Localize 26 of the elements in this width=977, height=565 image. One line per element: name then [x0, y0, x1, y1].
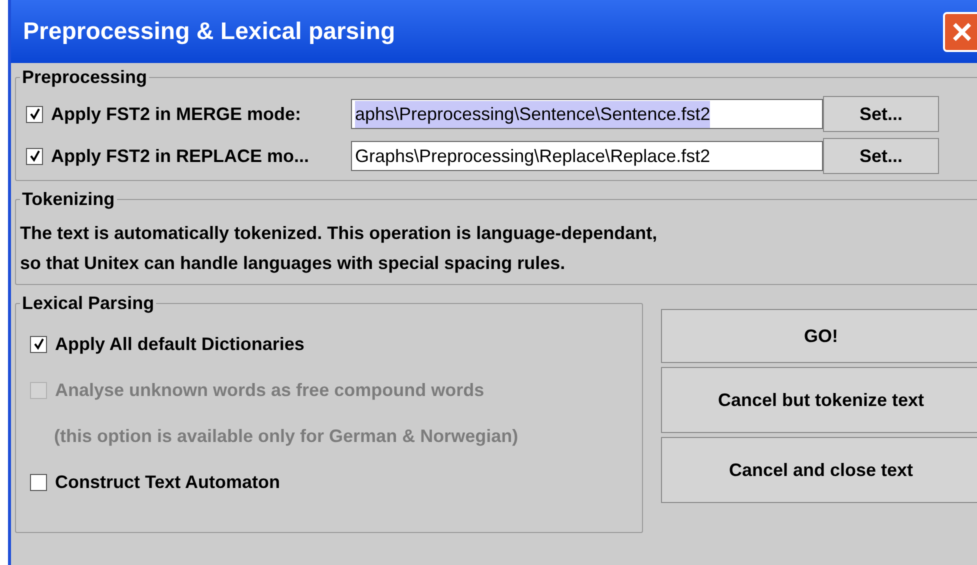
- checkbox[interactable]: [26, 106, 43, 122]
- info-text: The text is automatically tokenized. This operation is language-dependant,: [20, 222, 658, 245]
- path-text: aphs\Preprocessing\Sentence\Sentence.fst2: [355, 100, 710, 128]
- set-button[interactable]: Set...: [823, 138, 939, 174]
- action-button[interactable]: GO!: [661, 309, 977, 363]
- close-button[interactable]: ×: [943, 12, 977, 52]
- check-icon: [28, 150, 40, 162]
- option-label: Apply FST2 in REPLACE mo...: [51, 144, 310, 168]
- checkbox[interactable]: [30, 474, 47, 490]
- window-title: Preprocessing & Lexical parsing: [23, 16, 396, 46]
- option-label: Apply FST2 in MERGE mode:: [51, 102, 302, 126]
- option-label: Apply All default Dictionaries: [55, 332, 304, 356]
- path-field[interactable]: Graphs\Preprocessing\Replace\Replace.fst2: [351, 141, 823, 171]
- action-button[interactable]: Cancel but tokenize text: [661, 367, 977, 433]
- check-icon: [28, 108, 40, 120]
- info-text: so that Unitex can handle languages with special spacing rules.: [20, 252, 566, 275]
- set-button[interactable]: Set...: [823, 96, 939, 132]
- action-button[interactable]: Cancel and close text: [661, 437, 977, 503]
- path-text: Graphs\Preprocessing\Replace\Replace.fst2: [355, 144, 710, 168]
- checkbox[interactable]: [26, 148, 43, 164]
- check-icon: [32, 338, 44, 350]
- checkbox[interactable]: [30, 336, 47, 352]
- option-label: Analyse unknown words as free compound words: [55, 378, 484, 402]
- path-field[interactable]: aphs\Preprocessing\Sentence\Sentence.fst2: [351, 99, 823, 129]
- option-label: Construct Text Automaton: [55, 470, 280, 494]
- option-note: (this option is available only for German & Norwegian): [54, 424, 518, 448]
